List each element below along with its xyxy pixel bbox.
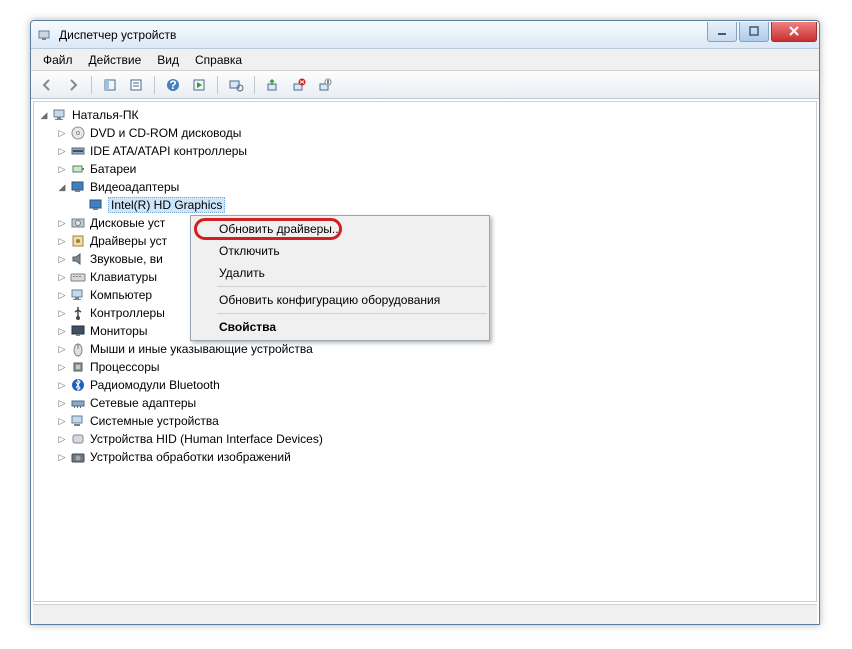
disk-icon <box>70 215 86 231</box>
titlebar[interactable]: Диспетчер устройств <box>31 21 819 49</box>
imaging-icon <box>70 449 86 465</box>
menu-help[interactable]: Справка <box>187 51 250 69</box>
driver-icon <box>70 233 86 249</box>
tree-category-node[interactable]: ▷Батареи <box>34 160 816 178</box>
disable-button[interactable] <box>313 74 337 96</box>
context-menu-item[interactable]: Отключить <box>191 240 489 262</box>
tree-category-label: Сетевые адаптеры <box>90 396 196 410</box>
mouse-icon <box>70 341 86 357</box>
tree-category-node[interactable]: ▷Мыши и иные указывающие устройства <box>34 340 816 358</box>
show-hide-tree-button[interactable] <box>98 74 122 96</box>
tree-category-node[interactable]: ▷Процессоры <box>34 358 816 376</box>
tree-device-node[interactable]: ▷Intel(R) HD Graphics <box>34 196 816 214</box>
context-menu-item[interactable]: Свойства <box>191 316 489 338</box>
usb-icon <box>70 305 86 321</box>
tree-category-node[interactable]: ▷Системные устройства <box>34 412 816 430</box>
cpu-icon <box>70 359 86 375</box>
display-icon <box>88 197 104 213</box>
tree-category-node[interactable]: ▷Сетевые адаптеры <box>34 394 816 412</box>
uninstall-button[interactable] <box>287 74 311 96</box>
network-icon <box>70 395 86 411</box>
tree-category-node[interactable]: ▷Радиомодули Bluetooth <box>34 376 816 394</box>
menu-view[interactable]: Вид <box>149 51 187 69</box>
toolbar-separator <box>217 76 218 94</box>
context-menu: Обновить драйверы...ОтключитьУдалить Обно… <box>190 215 490 341</box>
tree-category-label: Мыши и иные указывающие устройства <box>90 342 313 356</box>
disc-icon <box>70 125 86 141</box>
bluetooth-icon <box>70 377 86 393</box>
tree-category-label: Устройства HID (Human Interface Devices) <box>90 432 323 446</box>
scan-button[interactable] <box>224 74 248 96</box>
context-menu-item[interactable]: Обновить конфигурацию оборудования <box>191 289 489 311</box>
back-button[interactable] <box>35 74 59 96</box>
ide-icon <box>70 143 86 159</box>
tree-root-node[interactable]: ◢Наталья-ПК <box>34 106 816 124</box>
tree-category-label: Драйверы уст <box>90 234 167 248</box>
tree-category-label: Видеоадаптеры <box>90 180 179 194</box>
tree-category-label: Процессоры <box>90 360 160 374</box>
keyboard-icon <box>70 269 86 285</box>
toolbar-separator <box>154 76 155 94</box>
battery-icon <box>70 161 86 177</box>
toolbar-separator <box>91 76 92 94</box>
sound-icon <box>70 251 86 267</box>
monitor-icon <box>70 323 86 339</box>
hid-icon <box>70 431 86 447</box>
update-driver-button[interactable] <box>261 74 285 96</box>
tree-category-label: Радиомодули Bluetooth <box>90 378 220 392</box>
menu-action[interactable]: Действие <box>81 51 150 69</box>
tree-category-label: Батареи <box>90 162 136 176</box>
system-icon <box>70 413 86 429</box>
help-button[interactable]: ? <box>161 74 185 96</box>
menubar: Файл Действие Вид Справка <box>31 49 819 71</box>
device-tree-pane[interactable]: ◢Наталья-ПК▷DVD и CD-ROM дисководы▷IDE A… <box>33 101 817 602</box>
context-menu-separator <box>217 313 487 314</box>
tree-category-label: Компьютер <box>90 288 152 302</box>
properties-button[interactable] <box>124 74 148 96</box>
tree-root-label: Наталья-ПК <box>72 108 138 122</box>
context-menu-item[interactable]: Удалить <box>191 262 489 284</box>
tree-category-label: Устройства обработки изображений <box>90 450 291 464</box>
tree-category-label: DVD и CD-ROM дисководы <box>90 126 241 140</box>
tree-category-node[interactable]: ▷Устройства HID (Human Interface Devices… <box>34 430 816 448</box>
statusbar <box>33 604 817 624</box>
menu-file[interactable]: Файл <box>35 51 81 69</box>
tree-category-label: Мониторы <box>90 324 147 338</box>
tree-device-label: Intel(R) HD Graphics <box>108 197 225 213</box>
tree-category-label: Дисковые уст <box>90 216 165 230</box>
computer-icon <box>70 287 86 303</box>
context-menu-item[interactable]: Обновить драйверы... <box>191 218 489 240</box>
tree-category-label: IDE ATA/ATAPI контроллеры <box>90 144 247 158</box>
tree-category-label: Звуковые, ви <box>90 252 163 266</box>
tree-category-label: Системные устройства <box>90 414 219 428</box>
close-button[interactable] <box>771 22 817 42</box>
tree-category-node[interactable]: ▷Устройства обработки изображений <box>34 448 816 466</box>
context-menu-separator <box>217 286 487 287</box>
window-title: Диспетчер устройств <box>59 28 705 42</box>
tree-category-node[interactable]: ▷DVD и CD-ROM дисководы <box>34 124 816 142</box>
tree-category-node[interactable]: ◢Видеоадаптеры <box>34 178 816 196</box>
tree-category-label: Контроллеры <box>90 306 165 320</box>
svg-text:?: ? <box>169 78 176 92</box>
minimize-button[interactable] <box>707 22 737 42</box>
app-icon <box>37 27 53 43</box>
toolbar: ? <box>31 71 819 99</box>
tree-category-label: Клавиатуры <box>90 270 157 284</box>
computer-icon <box>52 107 68 123</box>
toolbar-separator <box>254 76 255 94</box>
window-controls <box>705 22 817 42</box>
display-icon <box>70 179 86 195</box>
forward-button[interactable] <box>61 74 85 96</box>
action-button[interactable] <box>187 74 211 96</box>
tree-category-node[interactable]: ▷IDE ATA/ATAPI контроллеры <box>34 142 816 160</box>
maximize-button[interactable] <box>739 22 769 42</box>
